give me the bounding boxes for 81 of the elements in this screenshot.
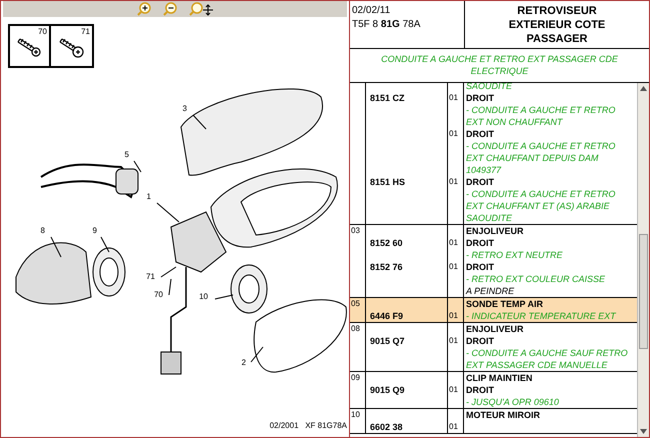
part-name: DROIT — [466, 238, 494, 248]
drawing-reference: 02/2001 XF 81G78A — [270, 420, 347, 432]
part-note: - INDICATEUR TEMPERATURE EXT — [466, 311, 616, 321]
pan-icon[interactable] — [189, 2, 213, 16]
part-name: MOTEUR MIROIR — [466, 410, 540, 420]
quantity: 01 — [449, 385, 458, 394]
zoom-in-icon[interactable] — [137, 2, 151, 16]
part-number: 8152 76 — [370, 262, 403, 272]
part-number: 6446 F9 — [370, 311, 404, 321]
scroll-up-icon[interactable] — [640, 86, 647, 91]
part-row[interactable] — [350, 83, 637, 225]
part-number: 9015 Q9 — [370, 385, 405, 395]
leader-line — [134, 160, 142, 172]
part-number: 8152 60 — [370, 238, 403, 248]
leader-line — [192, 114, 206, 130]
part-number: 9015 Q7 — [370, 336, 405, 346]
leader-line — [250, 346, 264, 362]
part-note: - CONDUITE A GAUCHE SAUF RETRO EXT PASSAGER CDE MANUELLE — [466, 348, 628, 370]
reference-number: 08 — [351, 324, 360, 333]
fixing-number: 71 — [81, 26, 90, 38]
part-name: DROIT — [466, 336, 494, 346]
part-name: DROIT — [466, 93, 494, 103]
part-note: SAOUDITE — [466, 83, 512, 91]
quantity: 01 — [449, 238, 458, 247]
part-name: DROIT — [466, 177, 494, 187]
part-note: - RETRO EXT COULEUR CAISSE — [466, 274, 606, 284]
zoom-out-icon[interactable] — [163, 2, 177, 16]
section-title: RETROVISEUR EXTERIEUR COTE PASSAGER — [508, 4, 606, 47]
part-note: - JUSQU'A OPR 09610 — [466, 397, 559, 407]
part-note: - RETRO EXT NEUTRE — [466, 250, 563, 260]
part-note: - CONDUITE A GAUCHE ET RETRO EXT NON CHAUFFANT — [466, 105, 616, 127]
scrollbar[interactable] — [637, 83, 649, 437]
part-number: 6602 38 — [370, 422, 403, 432]
callout-number: 2 — [242, 358, 246, 367]
screw-icon — [16, 38, 42, 58]
part-name: DROIT — [466, 129, 494, 139]
part-number: 8151 CZ — [370, 93, 405, 103]
quantity: 01 — [449, 93, 458, 102]
scrollbar-thumb[interactable] — [639, 234, 648, 349]
callout-number: 1 — [146, 192, 151, 201]
part-row[interactable]: 05 SONDE TEMP AIR 6446 F9 01 - INDICATEUR TEMPERATURE EXT — [350, 298, 637, 323]
callout-number: 8 — [40, 226, 45, 235]
leader-line — [214, 294, 234, 300]
leader-line — [50, 236, 62, 258]
part-note: - CONDUITE A GAUCHE ET RETRO EXT CHAUFFANT ET (AS) ARABIE SAOUDITE — [466, 189, 616, 223]
callout-number: 5 — [124, 150, 129, 159]
part-name: ENJOLIVEUR — [466, 324, 524, 334]
quantity: 01 — [449, 422, 458, 431]
quantity: 01 — [449, 177, 458, 186]
callout-number: 70 — [154, 290, 163, 299]
part-row[interactable]: 03 ENJOLIVEUR 8152 60 01 DROIT - RETRO EXT NEUTRE 8152 76 01 DROIT - RETRO EXT COULEUR CAISSE A PEINDRE — [350, 225, 637, 298]
part-row[interactable]: 09 CLIP MAINTIEN 9015 Q9 01 DROIT - JUSQU'A OPR 09610 — [350, 372, 637, 409]
leader-line — [100, 236, 110, 252]
callout-number: 9 — [92, 226, 97, 235]
part-row[interactable]: 08 ENJOLIVEUR 9015 Q7 01 DROIT - CONDUITE A GAUCHE SAUF RETRO EXT PASSAGER CDE MANUELLE — [350, 323, 637, 372]
reference-number: 05 — [351, 299, 360, 308]
part-note: - CONDUITE A GAUCHE ET RETRO EXT CHAUFFANT DEPUIS DAM 1049377 — [466, 141, 616, 175]
quantity: 01 — [449, 262, 458, 271]
leader-line — [156, 202, 180, 222]
part-remark: A PEINDRE — [466, 286, 514, 296]
scroll-down-icon[interactable] — [640, 429, 647, 434]
reference-number: 09 — [351, 373, 360, 382]
part-name: CLIP MAINTIEN — [466, 373, 532, 383]
callout-number: 3 — [182, 104, 187, 113]
part-name: ENJOLIVEUR — [466, 226, 524, 236]
part-name: DROIT — [466, 385, 494, 395]
part-name: DROIT — [466, 262, 494, 272]
quantity: 01 — [449, 336, 458, 345]
callout-number: 10 — [199, 292, 208, 301]
reference-number: 10 — [351, 410, 360, 419]
vehicle-code: T5F 8 81G 78A — [352, 18, 422, 32]
callout-number: 71 — [146, 272, 155, 281]
part-name: SONDE TEMP AIR — [466, 299, 544, 309]
quantity: 01 — [449, 311, 458, 320]
catalogue-date: 02/02/11 — [352, 4, 392, 18]
part-row[interactable]: 10 MOTEUR MIROIR 6602 38 01 — [350, 409, 637, 434]
fixing-number: 70 — [38, 26, 47, 38]
screw-icon — [58, 38, 84, 58]
reference-number: 03 — [351, 226, 360, 235]
quantity: 01 — [449, 129, 458, 138]
part-number: 8151 HS — [370, 177, 406, 187]
